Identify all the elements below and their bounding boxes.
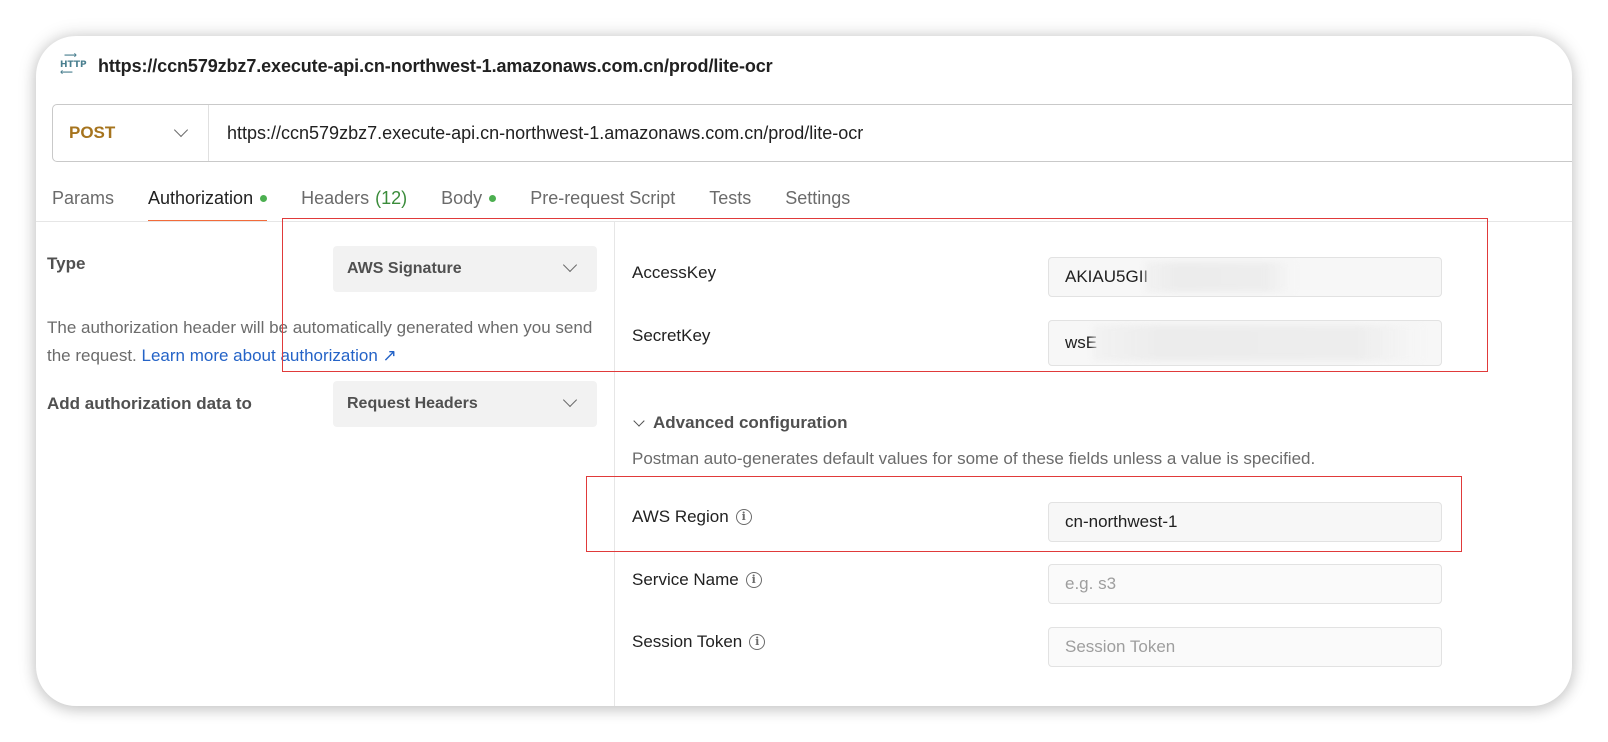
panel-divider <box>614 222 615 706</box>
info-icon[interactable]: i <box>745 572 762 588</box>
tab-label: Params <box>52 187 115 208</box>
info-icon[interactable]: i <box>735 509 752 525</box>
request-panel: ⟶ HTTP ⟵ https://ccn579zbz7.execute-api.… <box>36 36 1572 706</box>
service-name-placeholder: e.g. s3 <box>1065 574 1117 593</box>
aws-region-label-text: AWS Region <box>632 507 729 526</box>
secret-key-field[interactable]: wsE <box>1048 320 1442 366</box>
tab-tests[interactable]: Tests <box>709 176 751 220</box>
session-token-placeholder: Session Token <box>1065 637 1176 656</box>
request-title-row: ⟶ HTTP ⟵ https://ccn579zbz7.execute-api.… <box>58 48 773 84</box>
auth-type-select[interactable]: AWS Signature <box>333 246 597 292</box>
advanced-config-description: Postman auto-generates default values fo… <box>632 449 1316 468</box>
tab-label: Pre-request Script <box>530 187 676 208</box>
method-label: POST <box>69 123 116 142</box>
http-icon: ⟶ HTTP ⟵ <box>60 51 87 78</box>
tab-params[interactable]: Params <box>52 176 114 220</box>
headers-count: (12) <box>375 187 408 208</box>
add-auth-to-select[interactable]: Request Headers <box>333 381 597 427</box>
method-select[interactable]: POST <box>53 105 209 161</box>
access-key-label-text: AccessKey <box>632 263 717 282</box>
service-name-field[interactable]: e.g. s3 <box>1048 564 1442 604</box>
auth-description: The authorization header will be automat… <box>47 314 597 370</box>
aws-region-label: AWS Region i <box>632 507 752 527</box>
add-auth-to-label: Add authorization data to <box>47 394 252 413</box>
secret-key-label: SecretKey <box>632 326 710 346</box>
session-token-label: Session Token i <box>632 632 766 652</box>
auth-type-value: AWS Signature <box>347 260 462 277</box>
add-auth-to-value: Request Headers <box>347 395 478 412</box>
redaction-blur <box>1145 262 1295 292</box>
info-icon[interactable]: i <box>749 634 766 650</box>
tab-label: Tests <box>709 187 752 208</box>
request-tabs: Params Authorization Headers (12) Body Pr… <box>52 176 884 222</box>
session-token-label-text: Session Token <box>632 632 743 651</box>
advanced-config-toggle[interactable]: Advanced configuration <box>632 413 848 433</box>
advanced-config-label: Advanced configuration <box>653 413 848 432</box>
secret-key-label-text: SecretKey <box>632 326 711 345</box>
tab-label: Authorization <box>148 187 254 208</box>
tab-label: Settings <box>785 187 851 208</box>
tab-body[interactable]: Body <box>441 176 497 220</box>
learn-more-link[interactable]: Learn more about authorization ↗ <box>142 346 397 365</box>
tab-label: Body <box>441 187 483 208</box>
chevron-down-icon <box>173 122 189 138</box>
tab-headers[interactable]: Headers (12) <box>301 176 407 220</box>
type-label: Type <box>47 254 86 273</box>
url-input[interactable]: https://ccn579zbz7.execute-api.cn-northw… <box>209 123 863 144</box>
aws-region-field[interactable]: cn-northwest-1 <box>1048 502 1442 542</box>
tab-settings[interactable]: Settings <box>785 176 850 220</box>
chevron-down-icon <box>562 257 578 273</box>
session-token-field[interactable]: Session Token <box>1048 627 1442 667</box>
tab-label: Headers <box>301 187 370 208</box>
request-bar: POST https://ccn579zbz7.execute-api.cn-n… <box>52 104 1572 162</box>
access-key-field[interactable]: AKIAU5GII <box>1048 257 1442 297</box>
chevron-down-icon <box>562 392 578 408</box>
tab-pre-request-script[interactable]: Pre-request Script <box>530 176 675 220</box>
status-dot <box>489 194 497 202</box>
redaction-blur <box>1093 325 1423 361</box>
service-name-label: Service Name i <box>632 570 762 590</box>
aws-region-value: cn-northwest-1 <box>1065 512 1178 531</box>
service-name-label-text: Service Name <box>632 570 739 589</box>
request-title: https://ccn579zbz7.execute-api.cn-northw… <box>98 55 773 76</box>
access-key-label: AccessKey <box>632 263 716 283</box>
tab-authorization[interactable]: Authorization <box>148 176 268 222</box>
tab-divider <box>36 221 1572 222</box>
access-key-value: AKIAU5GII <box>1065 267 1149 286</box>
chevron-down-icon <box>633 415 645 427</box>
status-dot <box>260 194 268 202</box>
